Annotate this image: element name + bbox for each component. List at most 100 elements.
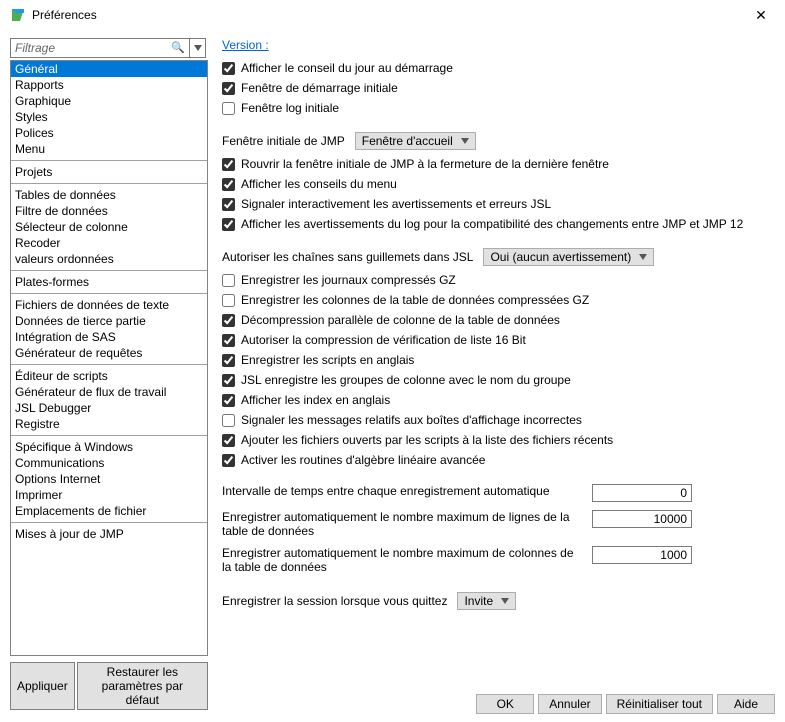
window-title: Préférences [32, 8, 747, 22]
autosave-interval-input[interactable] [592, 484, 692, 502]
category-item[interactable]: Tables de données [11, 187, 207, 203]
save-gz-logs-checkbox[interactable] [222, 274, 235, 287]
report-jsl-errors-checkbox[interactable] [222, 198, 235, 211]
separator [11, 183, 207, 184]
separator [11, 270, 207, 271]
category-item[interactable]: Fichiers de données de texte [11, 297, 207, 313]
reopen-initial-window-checkbox[interactable] [222, 158, 235, 171]
save-gz-logs-label: Enregistrer les journaux compressés GZ [241, 273, 456, 287]
category-item[interactable]: valeurs ordonnées [11, 251, 207, 267]
category-item[interactable]: Polices [11, 125, 207, 141]
category-item[interactable]: Mises à jour de JMP [11, 526, 207, 542]
chevron-down-icon [639, 254, 647, 260]
show-index-english-label: Afficher les index en anglais [241, 393, 390, 407]
category-item[interactable]: Styles [11, 109, 207, 125]
category-item[interactable]: JSL Debugger [11, 400, 207, 416]
category-item[interactable]: Graphique [11, 93, 207, 109]
app-icon [10, 7, 26, 23]
ok-button[interactable]: OK [476, 694, 534, 714]
filter-input[interactable]: Filtrage 🔍 [10, 38, 190, 58]
category-item[interactable]: Filtre de données [11, 203, 207, 219]
show-log-warnings-label: Afficher les avertissements du log pour … [241, 217, 743, 231]
add-script-files-recents-label: Ajouter les fichiers ouverts par les scr… [241, 433, 613, 447]
reopen-initial-window-label: Rouvrir la fenêtre initiale de JMP à la … [241, 157, 609, 171]
separator [11, 364, 207, 365]
footer: OK Annuler Réinitialiser tout Aide [0, 686, 785, 722]
category-item[interactable]: Générateur de requêtes [11, 345, 207, 361]
show-index-english-checkbox[interactable] [222, 394, 235, 407]
category-item[interactable]: Projets [11, 164, 207, 180]
separator [11, 435, 207, 436]
separator [11, 160, 207, 161]
allow-16bit-listcheck-checkbox[interactable] [222, 334, 235, 347]
autosave-max-rows-label: Enregistrer automatiquement le nombre ma… [222, 510, 582, 538]
report-bad-displaybox-label: Signaler les messages relatifs aux boîte… [241, 413, 582, 427]
chevron-down-icon [194, 45, 202, 51]
save-gz-cols-label: Enregistrer les colonnes de la table de … [241, 293, 589, 307]
initial-splash-window-label: Fenêtre de démarrage initiale [241, 81, 398, 95]
chevron-down-icon [461, 138, 469, 144]
initial-jmp-window-label: Fenêtre initiale de JMP [222, 134, 345, 148]
save-session-select[interactable]: Invite [457, 592, 516, 610]
titlebar: Préférences ✕ [0, 0, 785, 30]
autosave-max-cols-label: Enregistrer automatiquement le nombre ma… [222, 546, 582, 574]
initial-log-window-label: Fenêtre log initiale [241, 101, 339, 115]
show-log-warnings-checkbox[interactable] [222, 218, 235, 231]
allow-16bit-listcheck-label: Autoriser la compression de vérification… [241, 333, 526, 347]
show-menu-tips-label: Afficher les conseils du menu [241, 177, 397, 191]
close-icon[interactable]: ✕ [747, 7, 775, 24]
category-item[interactable]: Communications [11, 455, 207, 471]
category-item[interactable]: Intégration de SAS [11, 329, 207, 345]
save-session-value: Invite [464, 594, 493, 608]
category-item[interactable]: Général [11, 61, 207, 77]
parallel-decompression-label: Décompression parallèle de colonne de la… [241, 313, 560, 327]
category-item[interactable]: Registre [11, 416, 207, 432]
separator [11, 293, 207, 294]
jsl-save-col-groups-checkbox[interactable] [222, 374, 235, 387]
category-item[interactable]: Emplacements de fichier [11, 503, 207, 519]
search-icon: 🔍 [171, 41, 185, 54]
help-button[interactable]: Aide [717, 694, 775, 714]
filter-placeholder: Filtrage [15, 41, 55, 55]
save-gz-cols-checkbox[interactable] [222, 294, 235, 307]
category-item[interactable]: Options Internet [11, 471, 207, 487]
cancel-button[interactable]: Annuler [538, 694, 601, 714]
filter-dropdown-button[interactable] [190, 38, 206, 58]
initial-log-window-checkbox[interactable] [222, 102, 235, 115]
jsl-save-col-groups-label: JSL enregistre les groupes de colonne av… [241, 373, 571, 387]
category-item[interactable]: Générateur de flux de travail [11, 384, 207, 400]
category-item[interactable]: Données de tierce partie [11, 313, 207, 329]
show-tip-of-day-label: Afficher le conseil du jour au démarrage [241, 61, 453, 75]
reset-all-button[interactable]: Réinitialiser tout [606, 694, 713, 714]
category-item[interactable]: Imprimer [11, 487, 207, 503]
unquoted-strings-select[interactable]: Oui (aucun avertissement) [483, 248, 654, 266]
category-item[interactable]: Éditeur de scripts [11, 368, 207, 384]
initial-splash-window-checkbox[interactable] [222, 82, 235, 95]
version-link[interactable]: Version : [222, 38, 771, 52]
report-jsl-errors-label: Signaler interactivement les avertisseme… [241, 197, 551, 211]
unquoted-strings-value: Oui (aucun avertissement) [490, 250, 631, 264]
autosave-max-cols-input[interactable] [592, 546, 692, 564]
show-tip-of-day-checkbox[interactable] [222, 62, 235, 75]
report-bad-displaybox-checkbox[interactable] [222, 414, 235, 427]
add-script-files-recents-checkbox[interactable] [222, 434, 235, 447]
initial-jmp-window-value: Fenêtre d'accueil [362, 134, 453, 148]
category-item[interactable]: Spécifique à Windows [11, 439, 207, 455]
category-item[interactable]: Recoder [11, 235, 207, 251]
autosave-max-rows-input[interactable] [592, 510, 692, 528]
advanced-linalg-checkbox[interactable] [222, 454, 235, 467]
category-item[interactable]: Plates-formes [11, 274, 207, 290]
parallel-decompression-checkbox[interactable] [222, 314, 235, 327]
save-session-label: Enregistrer la session lorsque vous quit… [222, 594, 447, 608]
category-item[interactable]: Rapports [11, 77, 207, 93]
unquoted-strings-label: Autoriser les chaînes sans guillemets da… [222, 250, 473, 264]
initial-jmp-window-select[interactable]: Fenêtre d'accueil [355, 132, 476, 150]
category-list[interactable]: GénéralRapportsGraphiqueStylesPolicesMen… [10, 60, 208, 656]
save-scripts-english-checkbox[interactable] [222, 354, 235, 367]
save-scripts-english-label: Enregistrer les scripts en anglais [241, 353, 414, 367]
category-item[interactable]: Sélecteur de colonne [11, 219, 207, 235]
separator [11, 522, 207, 523]
chevron-down-icon [501, 598, 509, 604]
category-item[interactable]: Menu [11, 141, 207, 157]
show-menu-tips-checkbox[interactable] [222, 178, 235, 191]
